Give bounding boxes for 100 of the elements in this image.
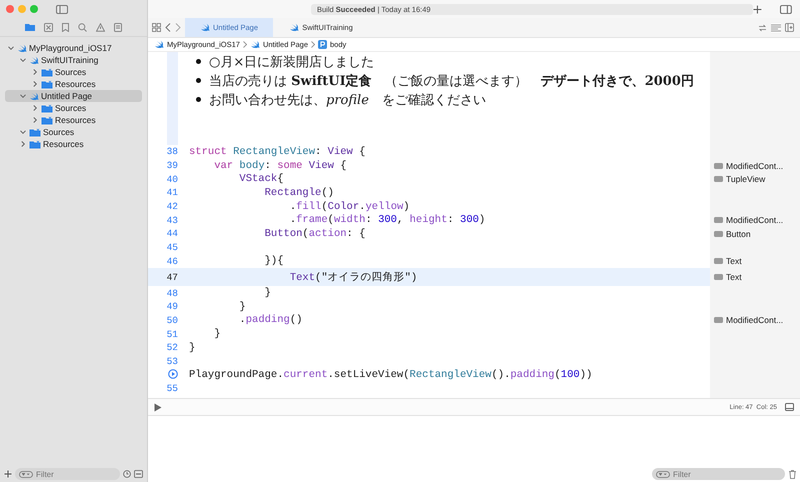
line-number: 41 <box>166 187 178 198</box>
line-number: 43 <box>166 214 178 226</box>
swift-bird-icon <box>200 23 210 32</box>
line-number: 52 <box>166 342 178 354</box>
code-line: PlaygroundPage.current.setLiveView(RectangleView().padding(100)) <box>189 369 592 382</box>
chevron-icon <box>311 41 315 48</box>
code-line: } <box>213 328 221 340</box>
navigator-item[interactable]: Sources <box>5 102 142 114</box>
folder-icon <box>41 104 53 112</box>
back-icon[interactable] <box>165 23 171 32</box>
code-line: }){ <box>264 255 284 268</box>
folder-icon <box>29 128 41 136</box>
result-label: ModifiedCont... <box>726 160 784 171</box>
result-label: ModifiedCont... <box>726 315 784 326</box>
swap-icon[interactable] <box>758 24 767 32</box>
add-icon[interactable] <box>4 470 12 478</box>
folder-icon <box>41 68 53 76</box>
bullet-icon <box>196 97 201 102</box>
line-number: 47 <box>166 272 178 283</box>
folder-icon <box>41 116 53 124</box>
close-button[interactable] <box>6 5 14 13</box>
bullet-icon <box>196 59 201 64</box>
swift-bird-icon <box>154 40 164 49</box>
navigator-item[interactable]: Sources <box>5 66 142 78</box>
code-line: } <box>238 300 246 313</box>
filter-icon <box>19 470 33 478</box>
navigator-item[interactable]: SwiftUITraining <box>5 54 142 66</box>
code-line: } <box>189 342 196 354</box>
result-icon[interactable] <box>714 258 723 264</box>
console-toggle-icon[interactable] <box>785 403 794 411</box>
line-number: 44 <box>166 228 178 240</box>
line-number: 42 <box>166 201 178 212</box>
folder-icon <box>29 140 41 148</box>
line-number: 39 <box>166 160 178 172</box>
forward-icon[interactable] <box>175 23 181 32</box>
result-label: TupleView <box>726 174 766 184</box>
code-line: } <box>264 287 271 300</box>
grid-icon[interactable] <box>152 23 161 32</box>
swift-bird-icon <box>29 92 39 100</box>
add-editor-icon[interactable] <box>785 23 794 32</box>
result-icon[interactable] <box>714 317 723 324</box>
result-label: Text <box>726 272 742 282</box>
result-label: Button <box>726 228 751 239</box>
result-label: Text <box>726 256 742 266</box>
search-icon[interactable] <box>78 22 87 32</box>
navigator-item[interactable]: Resources <box>5 114 142 126</box>
swift-bird-icon <box>17 44 27 52</box>
chevron-icon <box>242 41 247 48</box>
scheme-icon[interactable] <box>134 470 143 478</box>
bullet-text: 当店の売りは SwiftUI定食 （ご飯の量は選べます） デザート付きで、2000円 <box>209 72 694 90</box>
code-line: var body: some View { <box>213 160 347 172</box>
bullet-icon <box>196 78 201 83</box>
result-icon[interactable] <box>714 274 723 280</box>
filter-icon <box>656 470 670 478</box>
folder-icon <box>41 80 53 88</box>
bookmark-icon[interactable] <box>62 22 69 32</box>
add-icon[interactable] <box>753 4 762 14</box>
lines-icon[interactable] <box>771 24 781 32</box>
line-number: 45 <box>166 242 178 254</box>
line-number: 53 <box>166 356 178 367</box>
bullet-text: お問い合わせ先は、profile をご確認ください <box>209 92 486 108</box>
play-icon[interactable] <box>154 402 162 412</box>
line-number: 50 <box>166 314 178 326</box>
code-line: VStack{ <box>238 173 284 186</box>
line-number: 38 <box>166 146 178 158</box>
bullet-text: ○月×日に新装開店しました <box>209 54 374 70</box>
swift-bird-icon <box>29 56 39 64</box>
warning-icon[interactable] <box>96 22 105 32</box>
filter-field[interactable]: Filter <box>15 468 120 480</box>
folder-icon[interactable] <box>25 23 35 31</box>
run-icon[interactable] <box>168 368 178 379</box>
navigator-item[interactable]: MyPlayground_iOS17 <box>5 42 142 54</box>
trash-icon[interactable] <box>789 470 796 478</box>
filter-field[interactable]: Filter <box>652 468 785 480</box>
line-number: 46 <box>166 256 178 267</box>
property-icon <box>318 40 327 49</box>
inspector-toggle-icon[interactable] <box>780 4 792 14</box>
document-icon[interactable] <box>114 22 122 32</box>
code-line: .padding() <box>238 314 302 326</box>
navigator-item[interactable]: Resources <box>5 138 142 150</box>
code-line: .frame(width: 300, height: 300) <box>288 214 486 226</box>
x-box-icon[interactable] <box>44 22 53 32</box>
line-number: 48 <box>166 288 178 299</box>
code-line: Button(action: { <box>264 228 366 240</box>
sidebar-toggle-icon[interactable] <box>56 4 68 14</box>
filter-input[interactable]: Filter <box>36 470 96 478</box>
line-number: 51 <box>166 328 178 340</box>
line-number: 40 <box>166 174 178 185</box>
code-line: Text("オイラの四角形") <box>288 270 418 284</box>
swift-bird-icon <box>250 40 260 49</box>
filter-input[interactable]: Filter <box>673 470 733 478</box>
line-number: 49 <box>166 301 178 312</box>
swift-bird-icon <box>289 23 300 32</box>
navigator-item[interactable]: Untitled Page <box>5 90 142 102</box>
result-label: ModifiedCont... <box>726 215 784 226</box>
navigator-item[interactable]: Resources <box>5 78 142 90</box>
code-line: Rectangle() <box>264 186 334 199</box>
navigator-item[interactable]: Sources <box>5 126 142 138</box>
code-line: struct RectangleView: View { <box>189 146 366 158</box>
clock-icon[interactable] <box>123 470 131 478</box>
